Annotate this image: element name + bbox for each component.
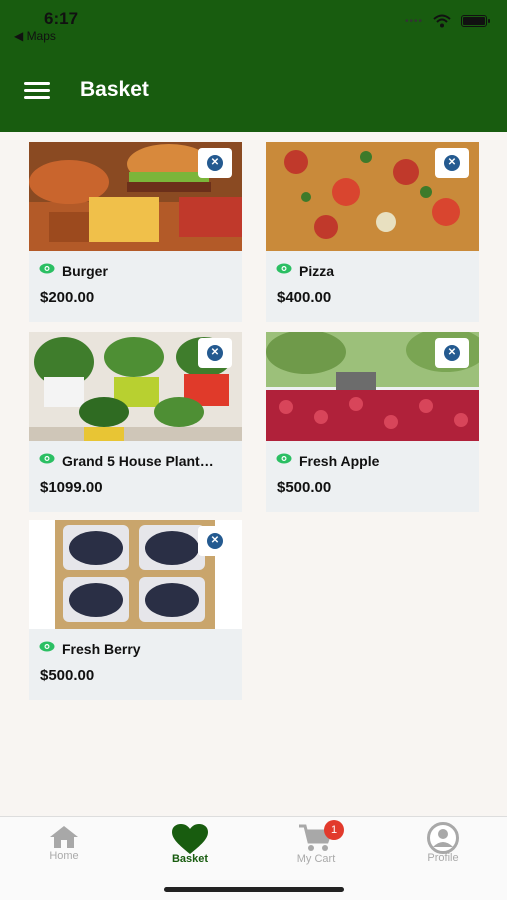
product-price: $1099.00 xyxy=(40,479,103,496)
close-icon: ✕ xyxy=(444,155,460,171)
tab-home[interactable]: Home xyxy=(14,817,114,877)
product-name: Pizza xyxy=(299,263,335,279)
page-title: Basket xyxy=(80,78,149,101)
product-name: Fresh Berry xyxy=(62,641,141,657)
status-indicators: •••• xyxy=(404,14,490,28)
remove-item-button[interactable]: ✕ xyxy=(198,148,232,178)
product-card[interactable]: ✕ Burger $200.00 xyxy=(29,142,242,322)
remove-item-button[interactable]: ✕ xyxy=(198,526,232,556)
product-name: Burger xyxy=(62,263,108,279)
eye-icon[interactable] xyxy=(276,453,292,464)
eye-icon[interactable] xyxy=(276,263,292,274)
product-price: $500.00 xyxy=(40,667,95,684)
profile-icon xyxy=(427,822,459,854)
tab-basket-label: Basket xyxy=(171,853,209,865)
app-header: 6:17 ◀ Maps •••• Basket xyxy=(0,0,507,132)
product-card[interactable]: ✕ Fresh Apple $500.00 xyxy=(266,332,479,512)
tab-my-cart-label: My Cart xyxy=(296,853,336,865)
status-time: 6:17 xyxy=(44,9,79,28)
signal-icon: •••• xyxy=(404,15,423,27)
eye-icon[interactable] xyxy=(39,263,55,274)
product-price: $500.00 xyxy=(277,479,332,496)
close-icon: ✕ xyxy=(207,533,223,549)
tab-profile[interactable]: Profile xyxy=(393,817,493,877)
product-price: $200.00 xyxy=(40,289,95,306)
product-card[interactable]: ✕ Fresh Berry $500.00 xyxy=(29,520,242,700)
remove-item-button[interactable]: ✕ xyxy=(435,148,469,178)
close-icon: ✕ xyxy=(207,155,223,171)
heart-icon xyxy=(172,824,208,854)
tab-basket[interactable]: Basket xyxy=(140,817,240,877)
back-to-maps[interactable]: ◀ Maps xyxy=(14,29,56,43)
close-icon: ✕ xyxy=(207,345,223,361)
remove-item-button[interactable]: ✕ xyxy=(198,338,232,368)
cart-count-badge: 1 xyxy=(324,820,344,840)
eye-icon[interactable] xyxy=(39,453,55,464)
menu-icon[interactable] xyxy=(24,82,50,100)
home-icon xyxy=(50,826,78,848)
wifi-icon xyxy=(433,14,451,28)
eye-icon[interactable] xyxy=(39,641,55,652)
product-card[interactable]: ✕ Pizza $400.00 xyxy=(266,142,479,322)
product-name: Fresh Apple xyxy=(299,453,380,469)
remove-item-button[interactable]: ✕ xyxy=(435,338,469,368)
tab-my-cart[interactable]: 1 My Cart xyxy=(266,817,366,877)
product-name: Grand 5 House Plant… xyxy=(62,453,214,469)
product-card[interactable]: ✕ Grand 5 House Plant… $1099.00 xyxy=(29,332,242,512)
home-indicator xyxy=(164,887,344,892)
tab-home-label: Home xyxy=(49,850,79,862)
tab-profile-label: Profile xyxy=(427,852,459,864)
product-price: $400.00 xyxy=(277,289,332,306)
close-icon: ✕ xyxy=(444,345,460,361)
battery-icon xyxy=(461,15,490,27)
